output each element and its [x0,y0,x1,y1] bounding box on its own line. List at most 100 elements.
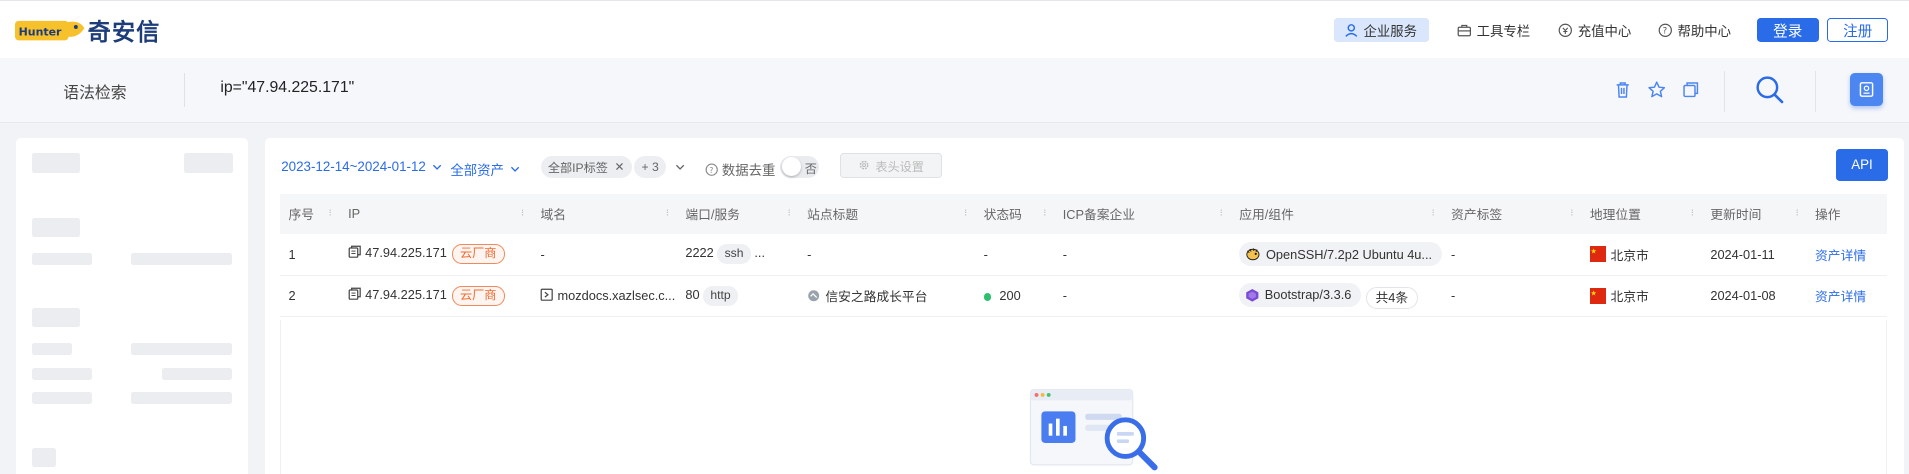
col-header[interactable]: ⁝ 端口/服务 [666,194,800,234]
domain-cell: - [540,246,545,262]
drag-handle-icon[interactable]: ⁝ [1432,208,1435,219]
filter-sidebar-skeleton [15,137,249,474]
drag-handle-icon[interactable]: ⁝ [1796,208,1799,219]
app-chip[interactable]: Bootstrap/3.3.6 [1239,282,1362,307]
drag-handle-icon[interactable]: ⁝ [1691,208,1694,219]
service-chip[interactable]: http [703,286,738,306]
asset-detail-link[interactable]: 资产详情 [1815,248,1866,263]
asset-tags-cell: - [1451,246,1456,262]
trash-icon[interactable] [1613,80,1632,99]
results-panel: 2023-12-14~2024-01-12 全部资产 全部IP标签 + 3 ? … [265,137,1904,474]
search-icon[interactable] [1754,74,1786,106]
search-mode-selector[interactable]: 语法检索 [63,80,126,103]
asset-scope-filter[interactable]: 全部资产 [450,159,521,179]
col-header-label: 状态码 [983,207,1022,223]
chevron-down-icon [510,167,520,173]
dedupe-toggle[interactable]: 否 [780,155,820,178]
help-icon: ? [1658,23,1673,37]
ip-tag-chip[interactable]: 全部IP标签 [540,155,633,178]
nav-toolbox[interactable]: 工具专栏 [1457,18,1530,42]
col-header-label: 站点标题 [807,207,859,223]
gear-icon [860,161,869,170]
toggle-state: 否 [804,162,817,177]
port-value: 80 [685,287,700,303]
col-header-label: IP [348,206,361,222]
asset-detail-link[interactable]: 资产详情 [1815,289,1866,304]
copy-icon[interactable] [348,287,361,300]
col-header[interactable]: ⁝ 地理位置 [1570,194,1704,234]
logo[interactable]: Hunter 奇安信 [14,12,161,49]
nav-label: 帮助中心 [1677,24,1732,40]
star-icon[interactable] [1647,80,1666,99]
col-header-label: 资产标签 [1451,207,1503,223]
favorites-button[interactable] [1850,73,1884,106]
more-tags-chip[interactable]: + 3 [634,155,667,178]
cloud-vendor-badge: 云厂商 [451,244,505,264]
drag-handle-icon[interactable]: ⁝ [329,208,332,219]
status-ok-dot [983,293,991,301]
skeleton-block [131,253,233,266]
skeleton-block [31,391,93,405]
ip-cell: 47.94.225.171 云厂商 [341,234,533,275]
dedupe-filter: ? 数据去重 [705,159,775,179]
drag-handle-icon[interactable]: ⁝ [521,208,524,219]
toggle-knob [781,157,802,177]
domain-link[interactable]: mozdocs.xazlsec.c... [558,288,676,303]
col-header[interactable]: ⁝ 应用/组件 [1220,194,1444,234]
skeleton-block [161,367,233,380]
column-settings-button[interactable]: 表头设置 [840,153,943,178]
more-services[interactable]: ... [754,245,765,260]
nav-label: 充值中心 [1577,24,1632,40]
geo-cell: 北京市 [1583,275,1704,316]
col-header[interactable]: ⁝ 资产标签 [1432,194,1583,234]
drag-handle-icon[interactable]: ⁝ [1220,208,1223,219]
nav-enterprise-services[interactable]: 企业服务 [1334,18,1430,43]
col-header[interactable]: ⁝ 更新时间 [1691,194,1808,234]
login-button[interactable]: 登录 [1756,18,1819,43]
app-count-chip[interactable]: 共4条 [1365,287,1418,309]
ip-cell: 47.94.225.171 云厂商 [341,275,533,316]
drag-handle-icon[interactable]: ⁝ [788,208,791,219]
app-component-cell: OpenSSH/7.2p2 Ubuntu 4u... [1232,234,1444,275]
table-row: 2 47.94.225.171 云厂商 mozdocs.xazlsec.c...… [279,275,1887,317]
ip-link[interactable]: 47.94.225.171 [365,245,447,260]
date-range-filter[interactable]: 2023-12-14~2024-01-12 [281,159,443,174]
api-button[interactable]: API [1835,148,1889,182]
china-flag-icon [1589,287,1606,304]
close-icon[interactable] [614,161,625,172]
register-button[interactable]: 注册 [1827,18,1889,43]
port-value: 2222 [685,245,714,261]
col-header[interactable]: ⁝ ICP备案企业 [1043,194,1232,234]
ip-link[interactable]: 47.94.225.171 [365,287,447,302]
chevron-down-icon[interactable] [674,161,686,173]
col-header[interactable]: ⁝ 操作 [1796,194,1887,234]
site-title-cell: 信安之路成长平台 [800,275,977,316]
copy-icon[interactable] [348,245,361,259]
logo-text: 奇安信 [87,20,161,47]
geo-cell: 北京市 [1583,234,1704,275]
nav-help[interactable]: ? 帮助中心 [1658,18,1731,42]
row-number: 2 [288,288,296,304]
drag-handle-icon[interactable]: ⁝ [1043,208,1046,219]
service-chip[interactable]: ssh [717,244,751,264]
site-favicon-icon [808,290,820,302]
copy-icon[interactable] [1681,80,1700,99]
app-chip[interactable]: OpenSSH/7.2p2 Ubuntu 4u... [1239,242,1442,267]
col-header[interactable]: ⁝ 域名 [521,194,678,234]
app-component-cell: Bootstrap/3.3.6 共4条 [1232,275,1444,316]
col-header[interactable]: ⁝ 站点标题 [788,194,977,234]
search-bar: 语法检索 ip="47.94.225.171" [0,58,1909,123]
results-table: 序号 ⁝ IP ⁝ 域名 ⁝ 端口/服务 ⁝ 站点标题 ⁝ 状态码 ⁝ ICP备案企业 ⁝ 应… [279,193,1887,317]
external-link-icon[interactable] [540,288,554,302]
geo-text: 北京市 [1610,247,1649,263]
drag-handle-icon[interactable]: ⁝ [964,208,967,219]
nav-recharge[interactable]: 充值中心 [1558,18,1631,42]
drag-handle-icon[interactable]: ⁝ [1570,208,1573,219]
asset-tags-cell: - [1451,288,1456,304]
skeleton-block [31,253,93,266]
ip-tag-text: 全部IP标签 [547,160,608,175]
drag-handle-icon[interactable]: ⁝ [666,208,669,219]
icp-cell: - [1062,288,1067,304]
col-header[interactable]: ⁝ IP [329,194,533,234]
search-input[interactable]: ip="47.94.225.171" [220,79,354,97]
